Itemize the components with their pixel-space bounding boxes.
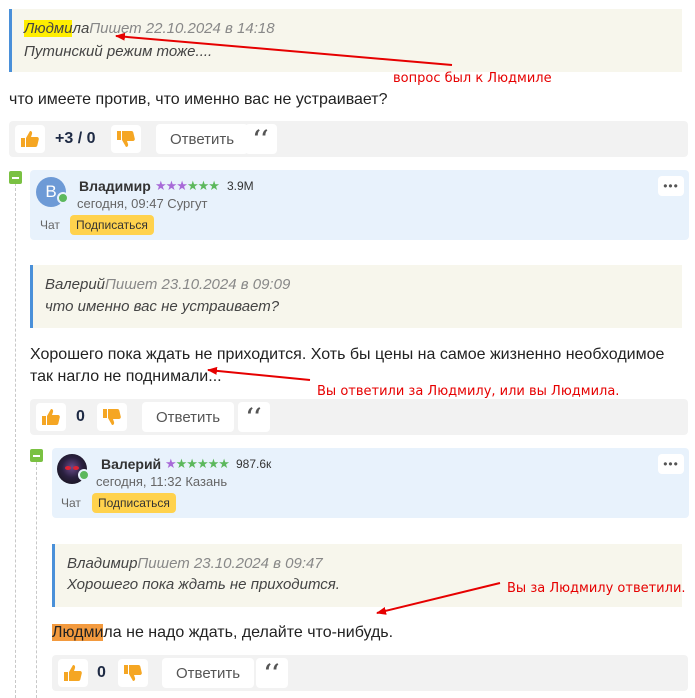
- comment-meta: сегодня, 11:32 Казань: [96, 474, 228, 489]
- quote-block: ВалерийПишет 23.10.2024 в 09:09 что имен…: [30, 265, 682, 328]
- collapse-thread-button[interactable]: [30, 449, 43, 462]
- subscribe-button[interactable]: Подписаться: [70, 215, 154, 235]
- quote-author-rest: ла: [72, 20, 90, 37]
- like-button[interactable]: [58, 659, 88, 687]
- quote-block: ЛюдмилаПишет 22.10.2024 в 14:18 Путински…: [9, 9, 682, 72]
- thumbs-up-icon: [42, 409, 60, 425]
- comment-meta: сегодня, 09:47 Сургут: [77, 196, 208, 211]
- more-options-button[interactable]: •••: [658, 454, 684, 474]
- user-name[interactable]: Валерий: [101, 456, 161, 472]
- quote-author: ЛюдмилаПишет 22.10.2024 в 14:18: [24, 20, 275, 37]
- like-button[interactable]: [36, 403, 66, 431]
- thumbs-up-icon: [64, 665, 82, 681]
- quote-meta: Пишет 23.10.2024 в 09:47: [137, 555, 323, 572]
- user-name[interactable]: Владимир: [79, 178, 151, 194]
- vote-score: 0: [76, 408, 85, 425]
- rating-stars: ★★★★★★: [155, 178, 220, 193]
- chat-link[interactable]: Чат: [61, 496, 81, 510]
- vote-score: 0: [97, 664, 106, 681]
- annotation-text: Вы ответили за Людмилу, или вы Людмила.: [317, 384, 620, 399]
- comment-text: Хорошего пока ждать не приходится. Хоть …: [30, 344, 664, 388]
- comment-actions: 0 Ответить ‘‘: [52, 655, 688, 691]
- user-card: В Владимир ★★★★★★ 3.9M сегодня, 09:47 Су…: [30, 170, 689, 240]
- quote-button[interactable]: ‘‘: [245, 124, 277, 154]
- rating-stars: ★★★★★★: [165, 456, 230, 471]
- quote-text: что именно вас не устраивает?: [45, 298, 280, 315]
- thumbs-down-icon: [117, 131, 135, 147]
- quote-meta: Пишет 23.10.2024 в 09:09: [105, 276, 291, 293]
- online-indicator: [57, 192, 69, 204]
- vote-score: +3 / 0: [55, 130, 96, 147]
- reply-button[interactable]: Ответить: [156, 124, 249, 154]
- user-card: Валерий ★★★★★★ 987.6к сегодня, 11:32 Каз…: [52, 448, 689, 518]
- comment-text-rest: ла не надо ждать, делайте что-нибудь.: [103, 624, 394, 641]
- thread-line: [15, 183, 16, 698]
- thumbs-down-icon: [103, 409, 121, 425]
- quote-text: Путинский режим тоже....: [24, 43, 213, 60]
- dislike-button[interactable]: [111, 125, 141, 153]
- comment-actions: 0 Ответить ‘‘: [30, 399, 688, 435]
- quote-author-name: Владимир: [67, 555, 138, 572]
- subscribe-button[interactable]: Подписаться: [92, 493, 176, 513]
- quote-button[interactable]: ‘‘: [256, 658, 288, 688]
- like-button[interactable]: [15, 125, 45, 153]
- chat-link[interactable]: Чат: [40, 218, 60, 232]
- comment-actions: +3 / 0 Ответить ‘‘: [9, 121, 688, 157]
- annotation-text: Вы за Людмилу ответили.: [507, 581, 686, 596]
- reply-button[interactable]: Ответить: [142, 402, 235, 432]
- quote-author-name: Валерий: [45, 276, 106, 293]
- quote-author-highlight: Людми: [24, 20, 73, 37]
- quote-text: Хорошего пока ждать не приходится.: [67, 576, 340, 593]
- user-karma: 987.6к: [236, 457, 272, 471]
- user-karma: 3.9M: [227, 179, 254, 193]
- quote-button[interactable]: ‘‘: [238, 402, 270, 432]
- dislike-button[interactable]: [118, 659, 148, 687]
- annotation-text: вопрос был к Людмиле: [393, 71, 552, 86]
- collapse-thread-button[interactable]: [9, 171, 22, 184]
- thread-line: [36, 462, 37, 698]
- thumbs-down-icon: [124, 665, 142, 681]
- quote-author: ВладимирПишет 23.10.2024 в 09:47: [67, 555, 323, 572]
- avatar-initial: В: [45, 182, 57, 201]
- online-indicator: [78, 469, 90, 481]
- comment-text: что имеете против, что именно вас не уст…: [9, 91, 388, 108]
- quote-author: ВалерийПишет 23.10.2024 в 09:09: [45, 276, 290, 293]
- more-options-button[interactable]: •••: [658, 176, 684, 196]
- comment-text: Людмила не надо ждать, делайте что-нибуд…: [52, 622, 393, 644]
- reply-button[interactable]: Ответить: [162, 658, 255, 688]
- quote-block: ВладимирПишет 23.10.2024 в 09:47 Хорошег…: [52, 544, 682, 607]
- thumbs-up-icon: [21, 131, 39, 147]
- dislike-button[interactable]: [97, 403, 127, 431]
- comment-text-highlight: Людми: [52, 624, 104, 641]
- comment-text-line: Хорошего пока ждать не приходится. Хоть …: [30, 346, 665, 363]
- quote-meta: Пишет 22.10.2024 в 14:18: [89, 20, 275, 37]
